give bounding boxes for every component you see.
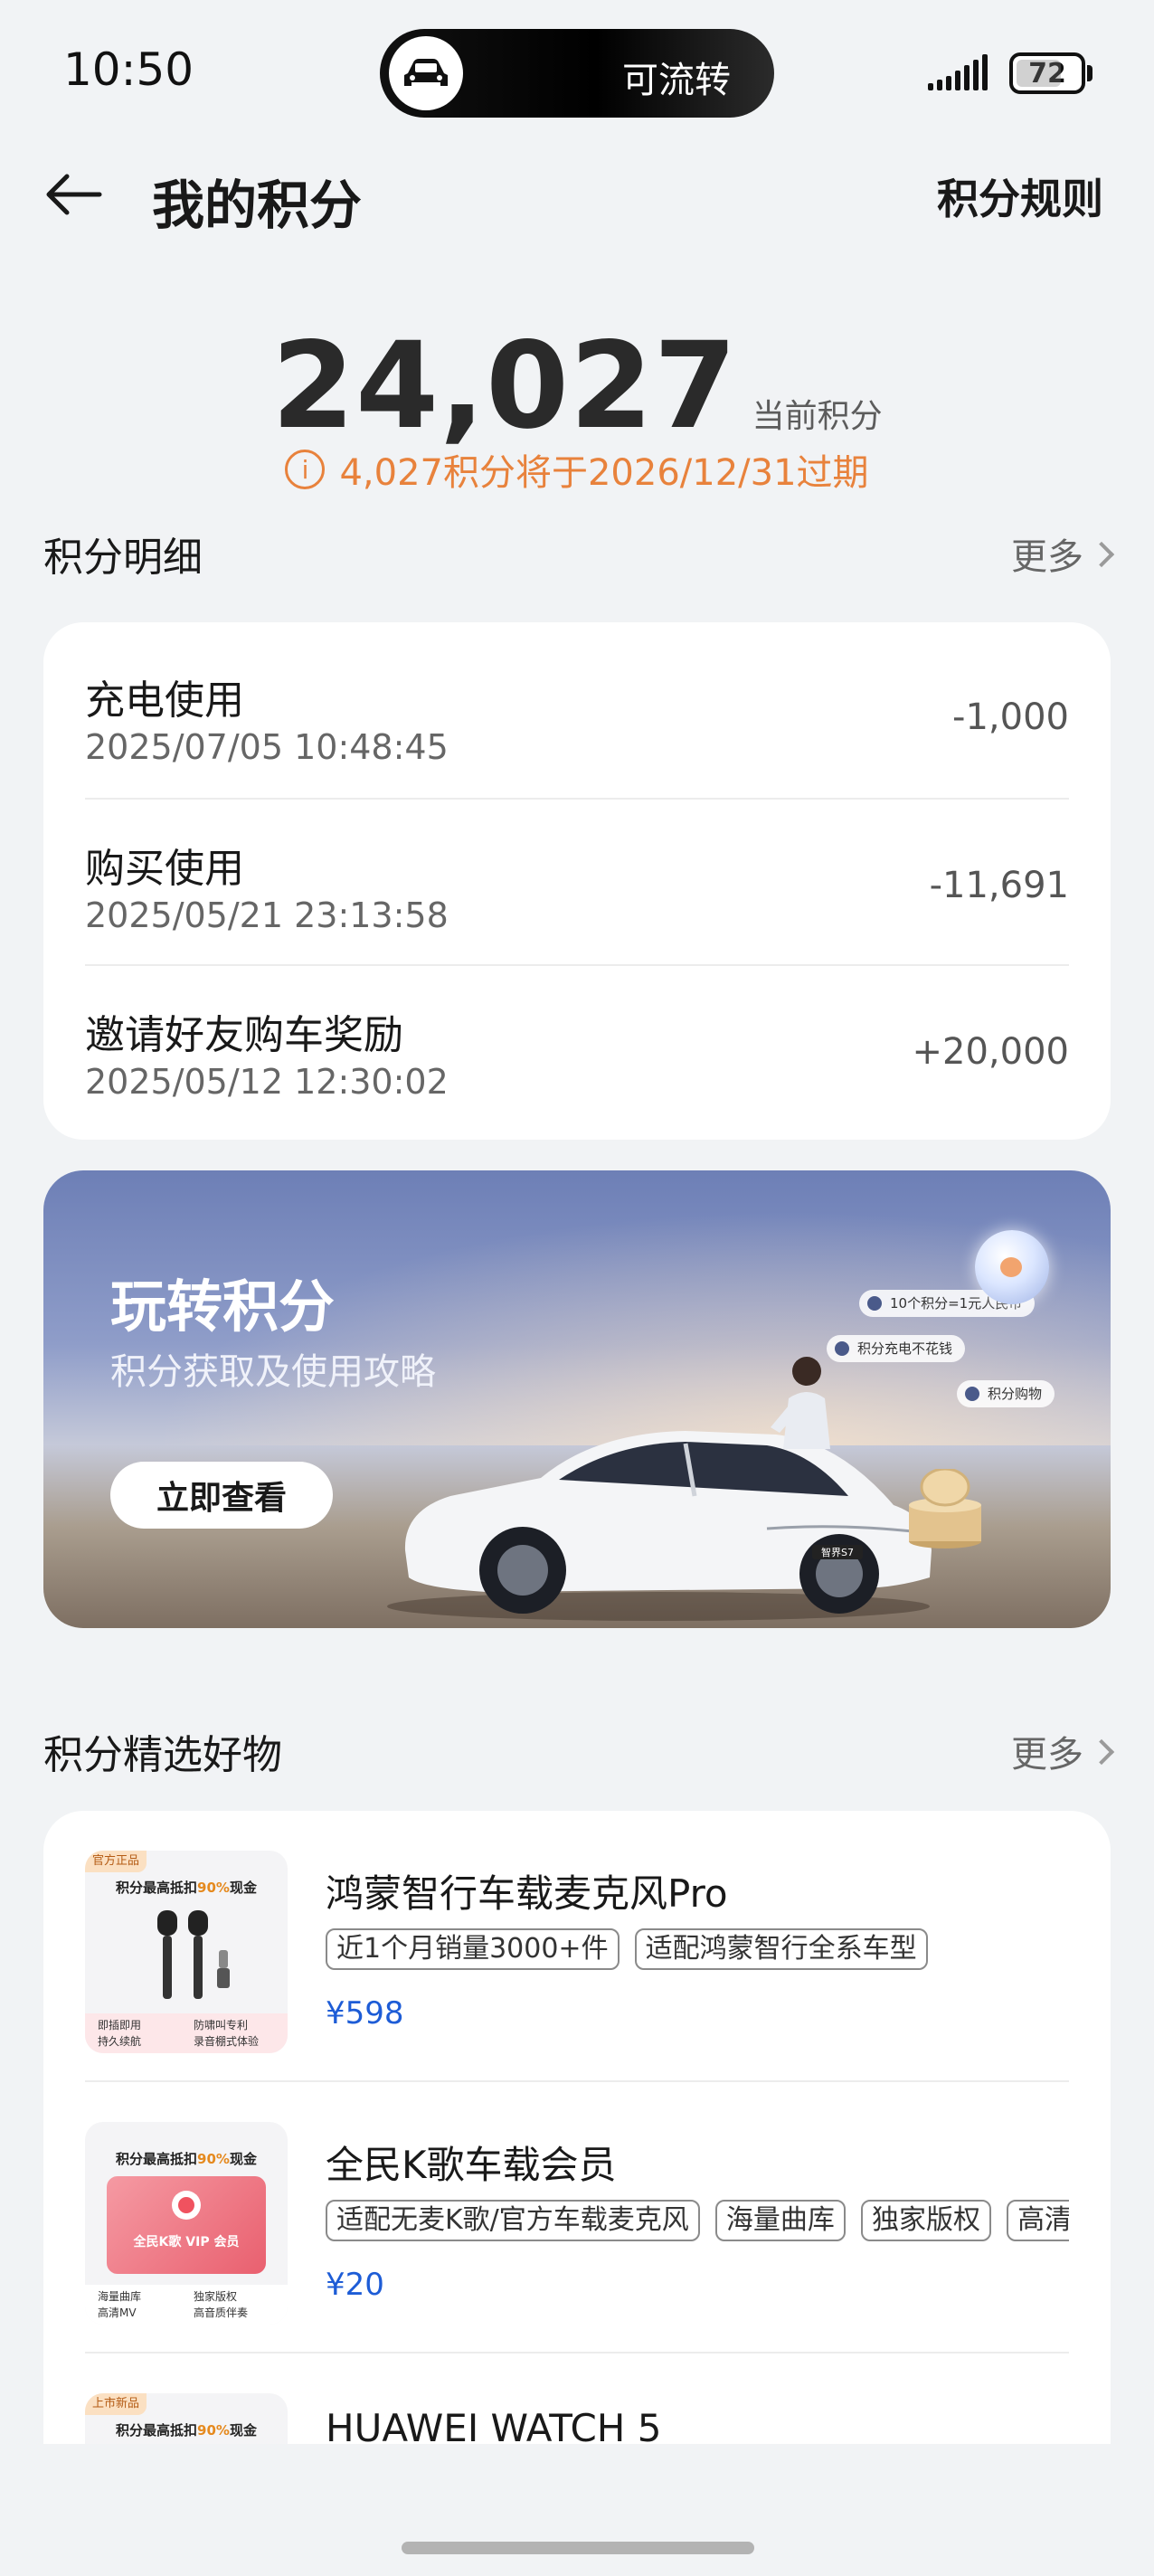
thumb-feature: 高音质伴奏: [194, 2306, 249, 2319]
thumb-feature: 防啸叫专利: [194, 2019, 249, 2031]
record-name: 购买使用: [85, 846, 244, 892]
product-tag: 高清MV: [1007, 2200, 1069, 2241]
points-record-row[interactable]: 购买使用 2025/05/21 23:13:58 -11,691: [85, 798, 1069, 964]
thumb-feature: 独家版权: [194, 2290, 238, 2303]
thumb-feature: 持久续航: [98, 2035, 142, 2048]
current-points-value: 24,027: [271, 317, 738, 456]
product-tag: 海量曲库: [714, 2200, 846, 2241]
thumb-feature: 录音棚式体验: [194, 2035, 260, 2048]
dynamic-island[interactable]: 可流转: [380, 29, 774, 118]
home-indicator[interactable]: [402, 2542, 754, 2554]
product-name: 鸿蒙智行车载麦克风Pro: [326, 1871, 728, 1916]
more-label: 更多: [1011, 536, 1083, 578]
product-price: ¥20: [326, 2267, 384, 2303]
goods-item[interactable]: 上市新品 积分最高抵扣90%现金 HUAWEI WATCH 5: [85, 2353, 1069, 2444]
product-tag: 近1个月销量3000+件: [326, 1928, 620, 1970]
record-time: 2025/05/12 12:30:02: [85, 1062, 449, 1102]
coin-stack-icon: [909, 1469, 981, 1548]
points-summary: 24,027 当前积分: [0, 317, 1154, 456]
thumb-feature: 即插即用: [98, 2019, 142, 2031]
person-image: [771, 1357, 830, 1449]
thumb-feature: 高清MV: [98, 2306, 137, 2319]
thumb-discount-text: 积分最高抵扣90%现金: [116, 2422, 257, 2439]
car-icon: [389, 36, 463, 110]
points-detail-more-button[interactable]: 更多: [1011, 527, 1115, 580]
record-time: 2025/07/05 10:48:45: [85, 727, 449, 767]
points-detail-card: 充电使用 2025/07/05 10:48:45 -1,000 购买使用 202…: [43, 622, 1111, 1140]
battery-icon: 72: [1009, 52, 1093, 94]
chevron-right-icon: [1088, 1738, 1115, 1766]
signal-icon: [928, 52, 993, 94]
page-title: 我的积分: [152, 175, 363, 236]
product-badge: 上市新品: [85, 2393, 147, 2415]
view-now-button[interactable]: 立即查看: [110, 1462, 333, 1529]
points-rules-link[interactable]: 积分规则: [937, 166, 1103, 226]
product-tag: 适配无麦K歌/官方车载麦克风: [326, 2200, 700, 2241]
car-plate: 智界S7: [821, 1546, 854, 1558]
expire-notice: i 4,027积分将于2026/12/31过期: [0, 443, 1154, 496]
product-price: ¥598: [326, 1995, 404, 2031]
product-tag: 适配鸿蒙智行全系车型: [634, 1928, 928, 1970]
record-amount: +20,000: [912, 1031, 1069, 1073]
goods-item[interactable]: 积分最高抵扣90%现金 全民K歌 VIP 会员 海量曲库 独家版权 高清MV 高…: [85, 2082, 1069, 2353]
thumb-feature: 海量曲库: [98, 2290, 142, 2303]
status-time: 10:50: [63, 43, 194, 96]
vip-card-image: 全民K歌 VIP 会员: [107, 2176, 266, 2274]
kge-logo-icon: [172, 2191, 201, 2220]
microphone-icon: [157, 1910, 230, 1999]
goods-item[interactable]: 官方正品 积分最高抵扣90%现金 即插即用 防啸叫专利 持久续航 录音棚式体验 …: [85, 1811, 1069, 2082]
expire-notice-text: 4,027积分将于2026/12/31过期: [339, 452, 869, 494]
featured-goods-title: 积分精选好物: [43, 1732, 282, 1778]
arrow-left-icon: [46, 174, 102, 215]
island-label: 可流转: [622, 60, 731, 101]
record-name: 邀请好友购车奖励: [85, 1012, 403, 1058]
points-detail-header: 积分明细 更多: [43, 525, 1115, 582]
current-points-label: 当前积分: [752, 398, 883, 435]
product-thumbnail: 积分最高抵扣90%现金 全民K歌 VIP 会员 海量曲库 独家版权 高清MV 高…: [85, 2122, 288, 2325]
product-name: 全民K歌车载会员: [326, 2143, 617, 2187]
points-orb-icon: [975, 1230, 1049, 1304]
featured-goods-more-button[interactable]: 更多: [1011, 1725, 1115, 1777]
record-amount: -11,691: [929, 865, 1069, 906]
product-tag: 独家版权: [860, 2200, 991, 2241]
info-icon: i: [285, 450, 326, 489]
banner-title: 玩转积分: [110, 1274, 336, 1340]
record-amount: -1,000: [952, 696, 1069, 738]
record-name: 充电使用: [85, 677, 244, 724]
featured-goods-header: 积分精选好物 更多: [43, 1722, 1115, 1780]
thumb-discount-text: 积分最高抵扣90%现金: [116, 1880, 257, 1896]
record-time: 2025/05/21 23:13:58: [85, 895, 449, 935]
points-guide-banner[interactable]: 玩转积分 积分获取及使用攻略 立即查看 智界S7 10个积分=1元人民币 积分充…: [43, 1170, 1111, 1628]
product-name: HUAWEI WATCH 5: [326, 2406, 662, 2444]
chevron-right-icon: [1088, 541, 1115, 568]
product-tags: 近1个月销量3000+件 适配鸿蒙智行全系车型: [326, 1928, 1069, 1974]
product-thumbnail: 上市新品 积分最高抵扣90%现金: [85, 2393, 288, 2444]
more-label: 更多: [1011, 1734, 1083, 1776]
product-tags: 适配无麦K歌/官方车载麦克风 海量曲库 独家版权 高清MV: [326, 2200, 1069, 2245]
banner-tag: 积分充电不花钱: [827, 1335, 966, 1362]
points-detail-title: 积分明细: [43, 535, 203, 581]
banner-tag: 积分购物: [957, 1380, 1055, 1407]
vip-card-label: 全民K歌 VIP 会员: [133, 2235, 240, 2249]
points-record-row[interactable]: 邀请好友购车奖励 2025/05/12 12:30:02 +20,000: [85, 964, 1069, 1131]
car-image: 智界S7: [387, 1431, 932, 1621]
thumb-discount-text: 积分最高抵扣90%现金: [116, 2151, 257, 2167]
product-badge: 官方正品: [85, 1851, 147, 1872]
featured-goods-list: 官方正品 积分最高抵扣90%现金 即插即用 防啸叫专利 持久续航 录音棚式体验 …: [43, 1811, 1111, 2444]
product-thumbnail: 官方正品 积分最高抵扣90%现金 即插即用 防啸叫专利 持久续航 录音棚式体验: [85, 1851, 288, 2053]
battery-level-fill: [1017, 60, 1061, 87]
status-bar: 10:50 可流转 72: [0, 0, 1154, 145]
back-button[interactable]: [43, 163, 116, 226]
points-record-row[interactable]: 充电使用 2025/07/05 10:48:45 -1,000: [85, 631, 1069, 798]
